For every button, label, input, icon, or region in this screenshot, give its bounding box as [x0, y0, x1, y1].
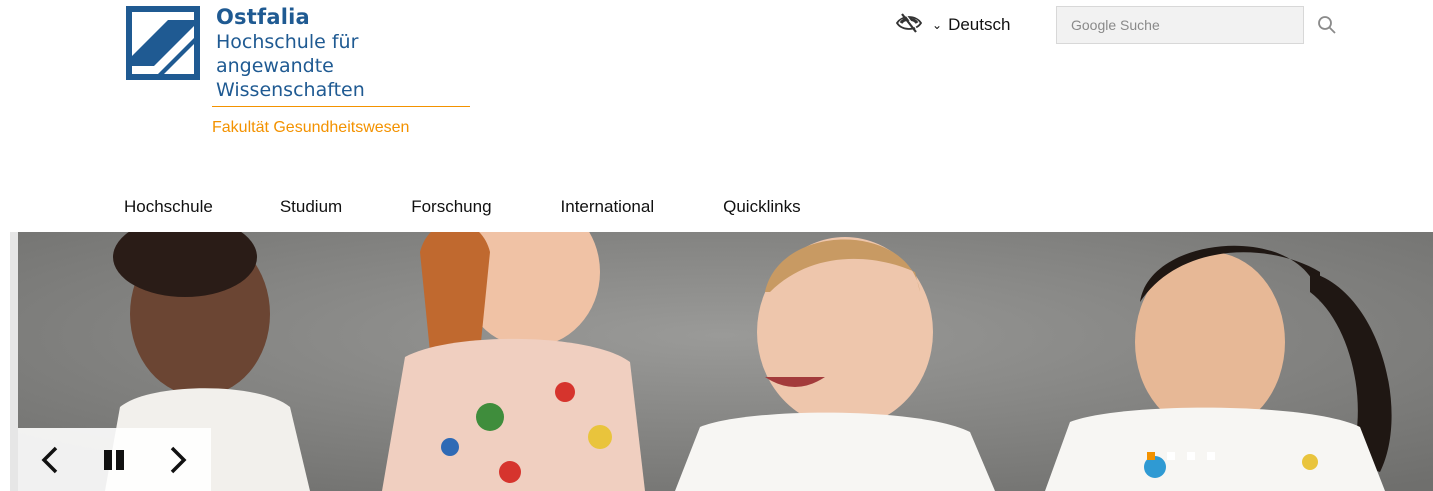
logo-name: Ostfalia: [216, 5, 310, 29]
nav-item-quicklinks[interactable]: Quicklinks: [723, 197, 800, 217]
slider-controls: [18, 428, 211, 491]
next-slide-button[interactable]: [146, 428, 210, 491]
logo-subtitle-line2: Wissenschaften: [216, 79, 365, 101]
hero-edge: [10, 232, 18, 491]
nav-item-hochschule[interactable]: Hochschule: [124, 197, 213, 217]
hero-slider: [10, 232, 1433, 491]
chevron-down-icon: ⌄: [932, 18, 943, 32]
search-icon[interactable]: [1316, 14, 1338, 36]
slide-dot-4[interactable]: [1207, 452, 1215, 460]
language-selector[interactable]: ⌄ Deutsch: [932, 15, 1010, 35]
logo-text: Ostfalia Hochschule für angewandte Wisse…: [216, 4, 365, 102]
slide-indicators: [1147, 452, 1215, 460]
hidden-eye-icon[interactable]: [895, 12, 923, 34]
faculty-divider: [212, 106, 470, 107]
previous-slide-button[interactable]: [18, 428, 82, 491]
nav-item-studium[interactable]: Studium: [280, 197, 342, 217]
next-icon: [170, 446, 187, 473]
ostfalia-logo-icon: [126, 6, 200, 80]
search-input[interactable]: [1056, 6, 1304, 44]
logo-subtitle-line1: Hochschule für angewandte: [216, 31, 359, 77]
previous-icon: [41, 446, 58, 473]
slide-dot-1[interactable]: [1147, 452, 1155, 460]
hero-image: [10, 232, 1433, 491]
nav-item-international[interactable]: International: [561, 197, 655, 217]
ostfalia-logo-link[interactable]: Ostfalia Hochschule für angewandte Wisse…: [124, 4, 365, 101]
faculty-title[interactable]: Fakultät Gesundheitswesen: [212, 119, 409, 137]
nav-item-forschung[interactable]: Forschung: [411, 197, 491, 217]
pause-slider-button[interactable]: [82, 428, 146, 491]
main-navigation: Hochschule Studium Forschung Internation…: [124, 197, 801, 217]
slide-dot-2[interactable]: [1167, 452, 1175, 460]
pause-icon: [104, 449, 124, 470]
language-label: Deutsch: [948, 15, 1011, 34]
slide-dot-3[interactable]: [1187, 452, 1195, 460]
